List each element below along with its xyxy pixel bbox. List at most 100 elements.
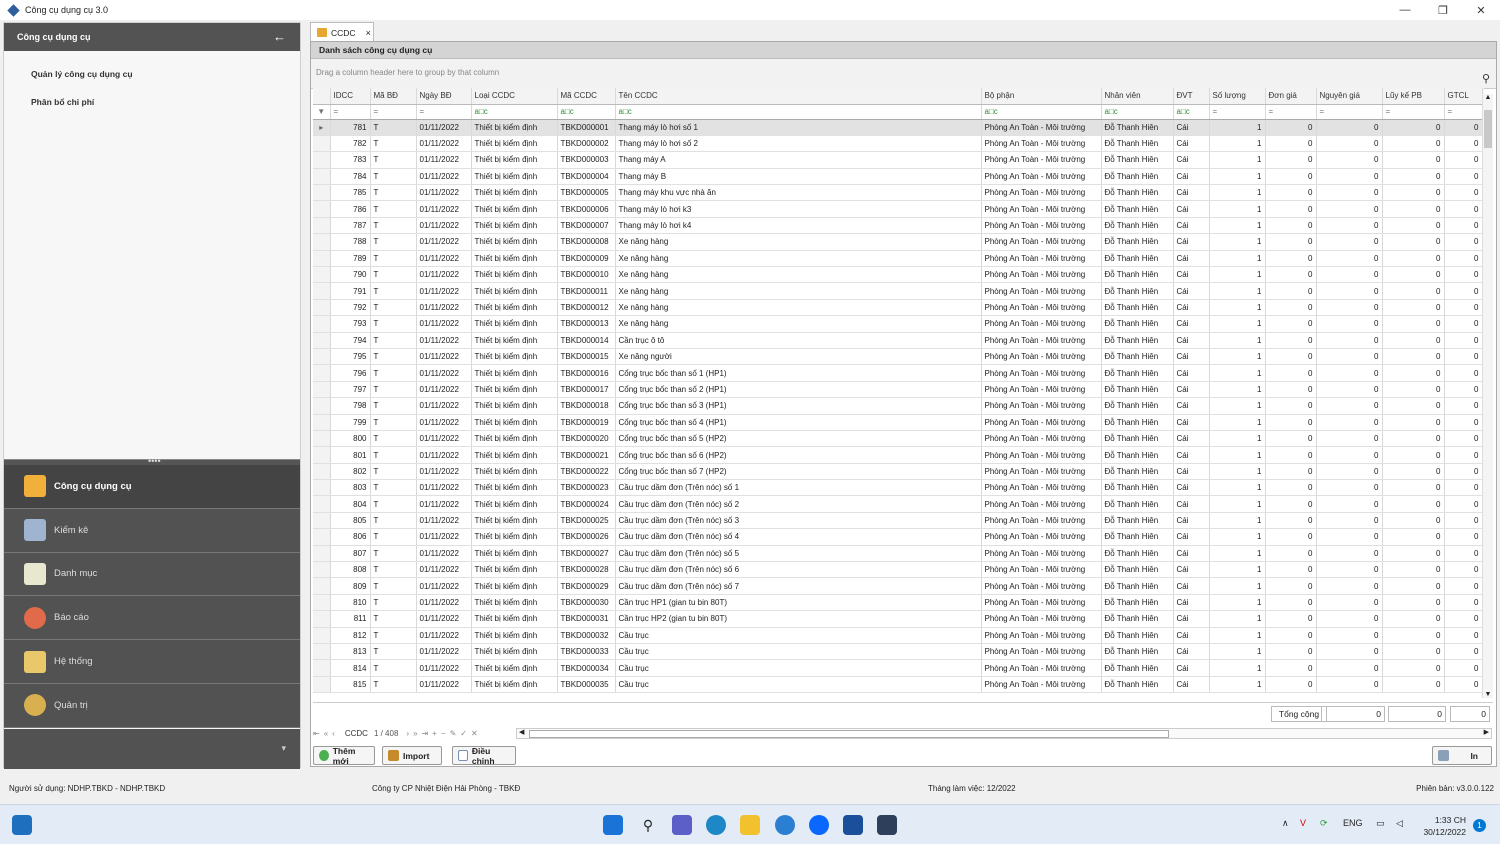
cell-ma[interactable]: TBKD000021 xyxy=(557,446,616,464)
cell-nguyen_gia[interactable]: 0 xyxy=(1316,479,1383,497)
widgets-icon[interactable] xyxy=(12,815,32,835)
cell-bo_phan[interactable]: Phòng An Toàn - Môi trường xyxy=(981,676,1102,694)
table-row[interactable]: 787 T 01/11/2022 Thiết bị kiểm định TBKD0000… xyxy=(313,217,1484,235)
cell-dvt[interactable]: Cái xyxy=(1173,151,1210,169)
cell-bo_phan[interactable]: Phòng An Toàn - Môi trường xyxy=(981,545,1102,563)
row-indicator[interactable] xyxy=(313,659,331,677)
cell-so_luong[interactable]: 1 xyxy=(1209,217,1266,235)
cell-gtcl[interactable]: 0 xyxy=(1444,495,1483,513)
start-icon[interactable] xyxy=(603,815,623,835)
cell-so_luong[interactable]: 1 xyxy=(1209,495,1266,513)
cell-ma[interactable]: TBKD000033 xyxy=(557,643,616,661)
edge-icon[interactable] xyxy=(706,815,726,835)
cell-luy_ke[interactable]: 0 xyxy=(1382,266,1445,284)
group-panel[interactable]: Drag a column header here to group by th… xyxy=(311,59,1496,89)
cell-ma_bd[interactable]: T xyxy=(370,561,417,579)
cell-loai[interactable]: Thiết bị kiểm định xyxy=(471,594,558,612)
table-row[interactable]: 807 T 01/11/2022 Thiết bị kiểm định TBKD0000… xyxy=(313,545,1484,563)
cell-id[interactable]: 797 xyxy=(330,381,371,399)
cell-bo_phan[interactable]: Phòng An Toàn - Môi trường xyxy=(981,282,1102,300)
table-row[interactable]: 783 T 01/11/2022 Thiết bị kiểm định TBKD0000… xyxy=(313,151,1484,169)
table-row[interactable]: 786 T 01/11/2022 Thiết bị kiểm định TBKD0000… xyxy=(313,200,1484,218)
table-row[interactable]: 802 T 01/11/2022 Thiết bị kiểm định TBKD0000… xyxy=(313,463,1484,481)
nav-add-icon[interactable]: + xyxy=(432,729,437,738)
row-indicator[interactable] xyxy=(313,299,331,317)
cell-id[interactable]: 798 xyxy=(330,397,371,415)
cell-nguyen_gia[interactable]: 0 xyxy=(1316,397,1383,415)
cell-luy_ke[interactable]: 0 xyxy=(1382,479,1445,497)
cell-don_gia[interactable]: 0 xyxy=(1265,495,1317,513)
cell-don_gia[interactable]: 0 xyxy=(1265,184,1317,202)
cell-nguyen_gia[interactable]: 0 xyxy=(1316,151,1383,169)
cell-loai[interactable]: Thiết bị kiểm định xyxy=(471,332,558,349)
row-indicator[interactable] xyxy=(313,381,331,399)
cell-id[interactable]: 815 xyxy=(330,676,371,694)
cell-nhan_vien[interactable]: Đỗ Thanh Hiên xyxy=(1101,397,1174,415)
cell-ma_bd[interactable]: T xyxy=(370,299,417,317)
cell-don_gia[interactable]: 0 xyxy=(1265,430,1317,448)
cell-ten[interactable]: Thang máy khu vực nhà ăn xyxy=(615,184,982,202)
nav-catalog[interactable]: Danh mục xyxy=(4,552,300,597)
cell-don_gia[interactable]: 0 xyxy=(1265,364,1317,382)
cell-ma_bd[interactable]: T xyxy=(370,463,417,481)
cell-dvt[interactable]: Cái xyxy=(1173,676,1210,694)
cell-ngay[interactable]: 01/11/2022 xyxy=(416,545,472,563)
row-indicator[interactable] xyxy=(313,430,331,448)
cell-luy_ke[interactable]: 0 xyxy=(1382,430,1445,448)
nav-prev-icon[interactable]: ‹ xyxy=(332,729,335,738)
cell-ngay[interactable]: 01/11/2022 xyxy=(416,282,472,300)
nav-save-icon[interactable]: ✓ xyxy=(460,729,467,738)
scroll-right-icon[interactable]: ▶ xyxy=(1484,728,1489,736)
table-row[interactable]: 815 T 01/11/2022 Thiết bị kiểm định TBKD0000… xyxy=(313,676,1484,694)
cell-so_luong[interactable]: 1 xyxy=(1209,200,1266,218)
cell-nguyen_gia[interactable]: 0 xyxy=(1316,217,1383,235)
cell-ten[interactable]: Xe nâng hàng xyxy=(615,266,982,284)
cell-luy_ke[interactable]: 0 xyxy=(1382,119,1445,136)
table-row[interactable]: 810 T 01/11/2022 Thiết bị kiểm định TBKD0000… xyxy=(313,594,1484,612)
cell-loai[interactable]: Thiết bị kiểm định xyxy=(471,200,558,218)
cell-don_gia[interactable]: 0 xyxy=(1265,659,1317,677)
cell-id[interactable]: 806 xyxy=(330,528,371,546)
cell-bo_phan[interactable]: Phòng An Toàn - Môi trường xyxy=(981,430,1102,448)
cell-nguyen_gia[interactable]: 0 xyxy=(1316,676,1383,694)
row-indicator[interactable] xyxy=(313,217,331,235)
cell-nhan_vien[interactable]: Đỗ Thanh Hiên xyxy=(1101,348,1174,366)
table-row[interactable]: 813 T 01/11/2022 Thiết bị kiểm định TBKD0000… xyxy=(313,643,1484,661)
cell-dvt[interactable]: Cái xyxy=(1173,119,1210,136)
cell-bo_phan[interactable]: Phòng An Toàn - Môi trường xyxy=(981,446,1102,464)
scroll-thumb[interactable] xyxy=(1484,110,1492,148)
cell-ngay[interactable]: 01/11/2022 xyxy=(416,512,472,530)
cell-ma_bd[interactable]: T xyxy=(370,528,417,546)
cell-id[interactable]: 792 xyxy=(330,299,371,317)
cell-gtcl[interactable]: 0 xyxy=(1444,282,1483,300)
cell-so_luong[interactable]: 1 xyxy=(1209,643,1266,661)
cell-id[interactable]: 804 xyxy=(330,495,371,513)
column-header[interactable]: Bộ phận xyxy=(981,88,1102,105)
cell-don_gia[interactable]: 0 xyxy=(1265,627,1317,645)
scroll-left-icon[interactable]: ◀ xyxy=(519,728,524,736)
cell-so_luong[interactable]: 1 xyxy=(1209,545,1266,563)
cell-so_luong[interactable]: 1 xyxy=(1209,463,1266,481)
cell-bo_phan[interactable]: Phòng An Toàn - Môi trường xyxy=(981,135,1102,153)
cell-loai[interactable]: Thiết bị kiểm định xyxy=(471,315,558,333)
cell-ma[interactable]: TBKD000008 xyxy=(557,233,616,251)
cell-ma_bd[interactable]: T xyxy=(370,627,417,645)
cell-loai[interactable]: Thiết bị kiểm định xyxy=(471,479,558,497)
cell-so_luong[interactable]: 1 xyxy=(1209,627,1266,645)
cell-ma_bd[interactable]: T xyxy=(370,512,417,530)
cell-ma[interactable]: TBKD000025 xyxy=(557,512,616,530)
cell-nhan_vien[interactable]: Đỗ Thanh Hiên xyxy=(1101,414,1174,431)
cell-gtcl[interactable]: 0 xyxy=(1444,364,1483,382)
cell-don_gia[interactable]: 0 xyxy=(1265,528,1317,546)
cell-so_luong[interactable]: 1 xyxy=(1209,332,1266,349)
zalo-icon[interactable] xyxy=(809,815,829,835)
cell-loai[interactable]: Thiết bị kiểm định xyxy=(471,151,558,169)
cell-id[interactable]: 812 xyxy=(330,627,371,645)
cell-gtcl[interactable]: 0 xyxy=(1444,577,1483,595)
cell-ngay[interactable]: 01/11/2022 xyxy=(416,610,472,628)
close-tab-icon[interactable]: × xyxy=(366,28,371,38)
cell-don_gia[interactable]: 0 xyxy=(1265,561,1317,579)
cell-don_gia[interactable]: 0 xyxy=(1265,250,1317,268)
filter-cell[interactable]: a□c xyxy=(557,104,616,120)
cell-so_luong[interactable]: 1 xyxy=(1209,381,1266,399)
